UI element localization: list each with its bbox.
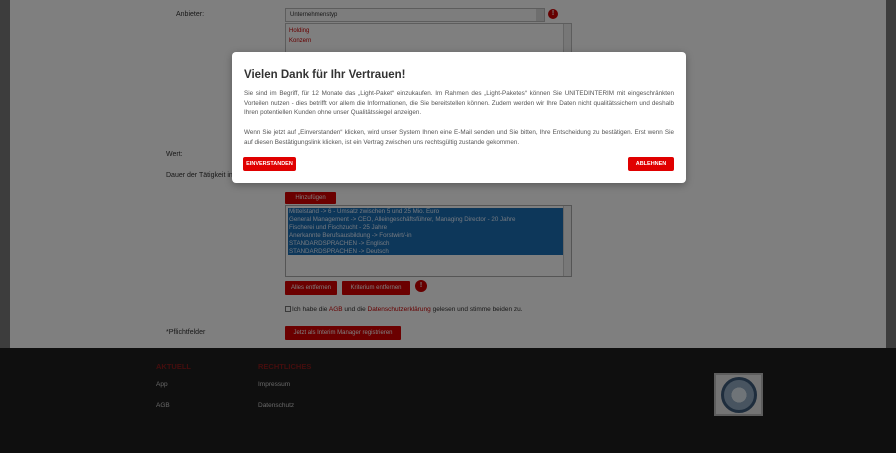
dialog-text-2: Wenn Sie jetzt auf „Einverstanden“ klick… xyxy=(244,129,674,146)
accept-button[interactable]: EINVERSTANDEN xyxy=(243,157,296,171)
confirmation-dialog: Vielen Dank für Ihr Vertrauen! Sie sind … xyxy=(232,52,686,183)
dialog-text-1: Sie sind im Begriff, für 12 Monate das „… xyxy=(244,90,674,116)
dialog-title: Vielen Dank für Ihr Vertrauen! xyxy=(244,69,406,81)
decline-button[interactable]: ABLEHNEN xyxy=(628,157,674,171)
